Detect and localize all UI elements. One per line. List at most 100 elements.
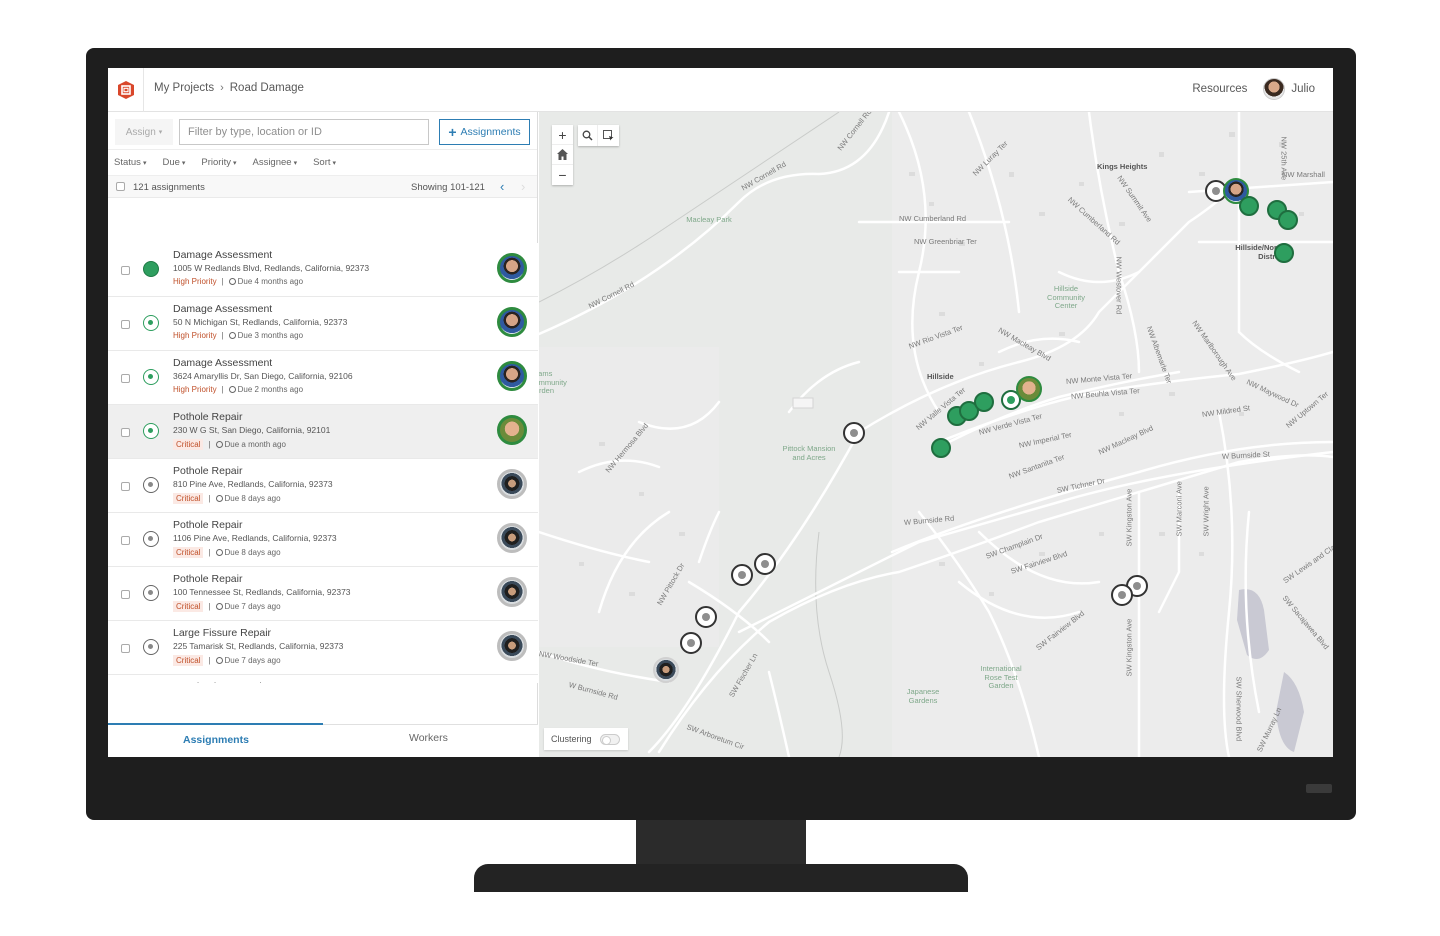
map-worker-marker[interactable]	[1016, 376, 1042, 402]
assignment-meta: Critical | Due 8 days ago	[173, 493, 281, 504]
power-indicator	[1306, 784, 1332, 793]
assignee-avatar[interactable]	[497, 415, 527, 445]
due-text: Due 4 months ago	[237, 277, 304, 286]
assignment-row[interactable]: Damage Assessment 1005 W Redlands Blvd, …	[108, 243, 538, 297]
priority-badge: High Priority	[173, 331, 217, 340]
next-page-icon[interactable]: ›	[521, 179, 525, 194]
row-checkbox[interactable]	[121, 266, 130, 275]
search-icon[interactable]	[578, 125, 598, 146]
assignee-avatar[interactable]	[497, 631, 527, 661]
due-text: Due a month ago	[224, 440, 286, 449]
select-all-checkbox[interactable]	[116, 182, 125, 191]
priority-badge: Critical	[173, 655, 204, 666]
map-pin-completed[interactable]	[1274, 243, 1294, 263]
assignment-title: Large Fissure Repair	[173, 627, 272, 639]
assignee-avatar[interactable]	[497, 307, 527, 337]
assignment-address: 3624 Amaryllis Dr, San Diego, California…	[173, 371, 353, 381]
pagination-range: Showing 101-121	[411, 182, 485, 193]
assign-dropdown[interactable]: Assign ▾	[115, 119, 173, 145]
map-pin-unassigned[interactable]	[680, 632, 702, 654]
previous-page-icon[interactable]: ‹	[500, 179, 504, 194]
status-assigned-icon	[143, 585, 159, 601]
map-pin-completed[interactable]	[931, 438, 951, 458]
assignment-meta: High Priority | Due 2 months ago	[173, 385, 303, 394]
assignee-avatar[interactable]	[497, 469, 527, 499]
priority-badge: Critical	[173, 547, 204, 558]
app-logo-cell[interactable]	[108, 68, 144, 112]
due-date: Due 4 months ago	[228, 277, 304, 286]
map-pin-unassigned[interactable]	[731, 564, 753, 586]
assignee-avatar[interactable]	[497, 253, 527, 283]
priority-badge: High Priority	[173, 385, 217, 394]
assignment-row[interactable]: Pothole Repair 810 Pine Ave, Redlands, C…	[108, 459, 538, 513]
map-pin-completed[interactable]	[974, 392, 994, 412]
status-in-progress-icon	[143, 369, 159, 385]
tab-workers[interactable]: Workers	[409, 732, 448, 744]
priority-badge: High Priority	[173, 277, 217, 286]
meta-divider: |	[208, 656, 211, 665]
due-date: Due 8 days ago	[215, 494, 281, 503]
status-assigned-icon	[143, 531, 159, 547]
assign-label: Assign	[125, 126, 156, 138]
assignee-avatar[interactable]	[497, 577, 527, 607]
assignment-title: Margin Line Re-paint	[173, 681, 270, 683]
assignment-title: Pothole Repair	[173, 465, 243, 477]
map-label-street: SW Kingston Ave	[1124, 618, 1134, 677]
assignment-meta: High Priority | Due 4 months ago	[173, 277, 303, 286]
breadcrumb-my-projects[interactable]: My Projects	[154, 82, 214, 94]
map-pin-completed[interactable]	[1278, 210, 1298, 230]
map-pin-unassigned[interactable]	[843, 422, 865, 444]
row-checkbox[interactable]	[121, 374, 130, 383]
assignment-address: 100 Tennessee St, Redlands, California, …	[173, 587, 351, 597]
user-menu[interactable]: Julio	[1263, 78, 1315, 100]
filter-status[interactable]: Status ▾	[114, 157, 146, 168]
zoom-out-icon[interactable]: −	[552, 165, 573, 185]
filter-priority[interactable]: Priority ▾	[201, 157, 236, 168]
assignment-list: Damage Assessment 1005 W Redlands Blvd, …	[108, 243, 538, 683]
filter-assignee[interactable]: Assignee ▾	[252, 157, 297, 168]
row-checkbox[interactable]	[121, 482, 130, 491]
status-in-progress-icon	[143, 423, 159, 439]
map-pin-unassigned[interactable]	[1111, 584, 1133, 606]
map-pin-completed[interactable]	[1239, 196, 1259, 216]
row-checkbox[interactable]	[121, 536, 130, 545]
assignment-row[interactable]: Pothole Repair 230 W G St, San Diego, Ca…	[108, 405, 538, 459]
assignment-row[interactable]: Margin Line Re-paint 2214 Market St, San…	[108, 675, 538, 683]
filter-sort[interactable]: Sort ▾	[313, 157, 336, 168]
assignment-address: 810 Pine Ave, Redlands, California, 9237…	[173, 479, 333, 489]
assignment-row[interactable]: Damage Assessment 50 N Michigan St, Redl…	[108, 297, 538, 351]
home-icon[interactable]	[552, 145, 573, 165]
map-pin-unassigned[interactable]	[754, 553, 776, 575]
filter-due[interactable]: Due ▾	[162, 157, 185, 168]
map-label-park: Macleay Park	[686, 215, 732, 224]
filter-input[interactable]	[179, 119, 429, 145]
select-area-icon[interactable]	[598, 125, 618, 146]
due-date: Due a month ago	[215, 440, 286, 449]
status-in-progress-icon	[143, 315, 159, 331]
list-summary: 121 assignments Showing 101-121 ‹ ›	[108, 176, 537, 198]
assignment-row[interactable]: Large Fissure Repair 225 Tamarisk St, Re…	[108, 621, 538, 675]
row-checkbox[interactable]	[121, 590, 130, 599]
map-view[interactable]: NW Cornell Rd NW Cornell Rd NW Cornell R…	[539, 112, 1333, 757]
row-checkbox[interactable]	[121, 428, 130, 437]
assignee-avatar[interactable]	[497, 361, 527, 391]
row-checkbox[interactable]	[121, 320, 130, 329]
add-assignments-button[interactable]: + Assignments	[439, 119, 530, 145]
assignee-avatar[interactable]	[497, 523, 527, 553]
assignment-row[interactable]: Damage Assessment 3624 Amaryllis Dr, San…	[108, 351, 538, 405]
tab-assignments[interactable]: Assignments	[183, 734, 249, 746]
map-label-street: NW 25th Ave	[1279, 136, 1289, 181]
priority-badge: Critical	[173, 493, 204, 504]
row-checkbox[interactable]	[121, 644, 130, 653]
assignment-row[interactable]: Pothole Repair 100 Tennessee St, Redland…	[108, 567, 538, 621]
clock-icon	[228, 278, 236, 285]
assignment-row[interactable]: Pothole Repair 1106 Pine Ave, Redlands, …	[108, 513, 538, 567]
assignment-meta: Critical | Due 7 days ago	[173, 655, 281, 666]
map-pin-unassigned[interactable]	[695, 606, 717, 628]
map-worker-marker[interactable]	[653, 657, 679, 683]
clustering-toggle[interactable]	[599, 733, 620, 745]
zoom-in-icon[interactable]: +	[552, 125, 573, 145]
resources-link[interactable]: Resources	[1192, 83, 1247, 95]
breadcrumb-current-project: Road Damage	[229, 82, 304, 94]
map-label-park: International Rose Test Garden	[980, 664, 1022, 691]
